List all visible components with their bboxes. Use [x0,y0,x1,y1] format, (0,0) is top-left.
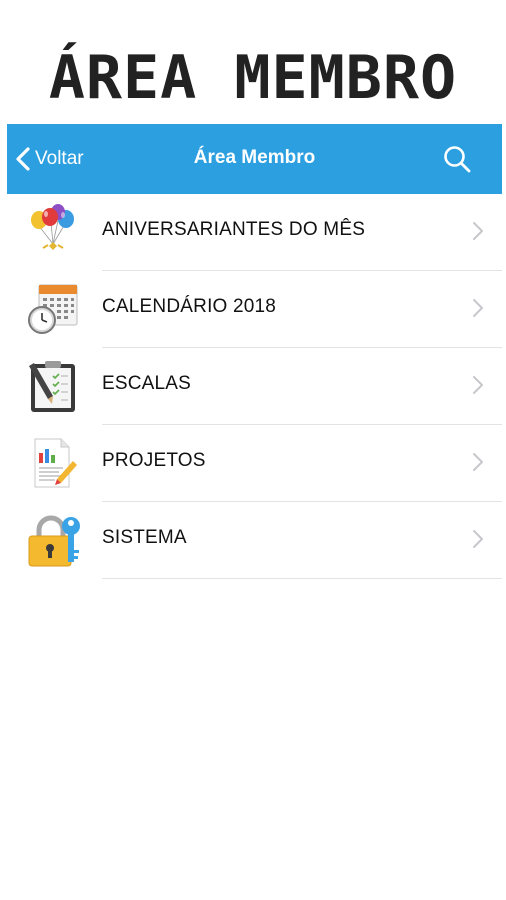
menu-item-projetos[interactable]: PROJETOS [7,425,502,502]
search-icon [444,146,471,173]
menu-item-sistema[interactable]: SISTEMA [7,502,502,579]
menu-item-label: ESCALAS [102,373,192,394]
padlock-key-icon [25,512,81,568]
menu-item-label: SISTEMA [102,527,187,548]
menu-item-label: ANIVERSARIANTES DO MÊS [102,219,366,240]
menu-item-aniversariantes[interactable]: ANIVERSARIANTES DO MÊS [7,194,502,271]
chevron-right-icon [473,530,483,548]
chevron-right-icon [473,376,483,394]
chevron-left-icon [15,146,31,172]
divider [102,578,502,579]
chevron-right-icon [473,222,483,240]
chevron-right-icon [473,453,483,471]
navigation-bar: Voltar Área Membro [7,124,502,194]
clipboard-checklist-icon [25,358,81,414]
menu-item-label: CALENDÁRIO 2018 [102,296,277,317]
page-heading: ÁREA MEMBRO [48,43,458,113]
menu-list: ANIVERSARIANTES DO MÊS CALENDÁRIO 2018 E… [7,194,502,579]
menu-item-calendario[interactable]: CALENDÁRIO 2018 [7,271,502,348]
report-chart-icon [25,435,81,491]
balloons-icon [25,204,81,260]
chevron-right-icon [473,299,483,317]
back-button[interactable]: Voltar [15,124,84,194]
menu-item-label: PROJETOS [102,450,206,471]
back-button-label: Voltar [35,148,84,169]
search-button[interactable] [442,144,472,174]
calendar-clock-icon [25,281,81,337]
menu-item-escalas[interactable]: ESCALAS [7,348,502,425]
